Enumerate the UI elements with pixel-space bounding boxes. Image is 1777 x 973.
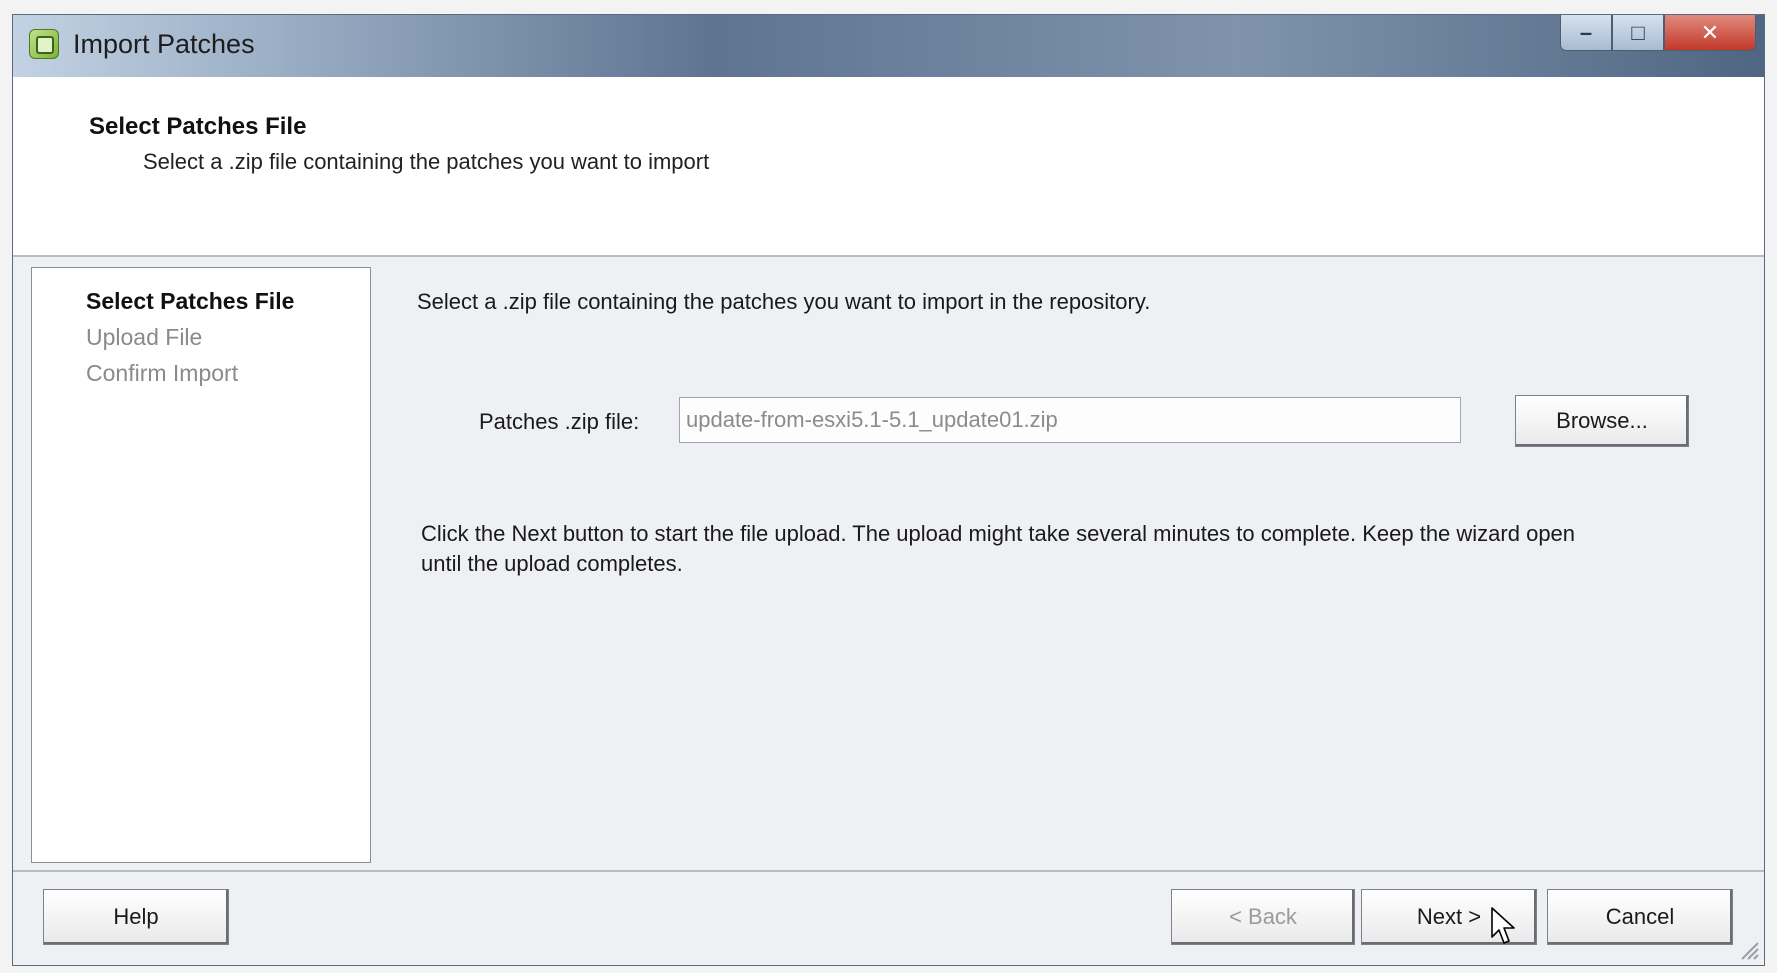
browse-button[interactable]: Browse... bbox=[1515, 395, 1689, 447]
footer-divider bbox=[13, 870, 1764, 872]
step-upload-file: Upload File bbox=[86, 324, 203, 350]
patches-file-input[interactable] bbox=[679, 397, 1461, 443]
instruction-text: Select a .zip file containing the patche… bbox=[417, 289, 1151, 314]
page-subtitle: Select a .zip file containing the patche… bbox=[143, 149, 710, 174]
close-button[interactable]: ✕ bbox=[1664, 15, 1756, 51]
help-button[interactable]: Help bbox=[43, 889, 229, 945]
import-patches-window: Import Patches – □ ✕ Select Patches File… bbox=[12, 14, 1765, 966]
window-title: Import Patches bbox=[73, 29, 255, 59]
app-icon bbox=[29, 29, 59, 59]
window-controls: – □ ✕ bbox=[1560, 15, 1756, 55]
step-select-patches-file[interactable]: Select Patches File bbox=[86, 288, 294, 315]
minimize-button[interactable]: – bbox=[1560, 15, 1612, 51]
step-confirm-import: Confirm Import bbox=[86, 360, 239, 386]
patches-file-label: Patches .zip file: bbox=[479, 409, 640, 434]
page-title: Select Patches File bbox=[89, 113, 307, 140]
mouse-pointer-icon bbox=[1491, 907, 1515, 944]
maximize-icon: □ bbox=[1631, 19, 1645, 45]
title-bar[interactable]: Import Patches – □ ✕ bbox=[13, 15, 1764, 77]
wizard-steps-panel: Select Patches File Upload File Confirm … bbox=[31, 267, 371, 863]
cancel-button[interactable]: Cancel bbox=[1547, 889, 1733, 945]
wizard-header: Select Patches File Select a .zip file c… bbox=[13, 77, 1764, 257]
upload-hint-text: Click the Next button to start the file … bbox=[421, 521, 1576, 576]
maximize-button[interactable]: □ bbox=[1612, 15, 1664, 51]
back-button: < Back bbox=[1171, 889, 1355, 945]
close-icon: ✕ bbox=[1700, 19, 1720, 45]
resize-grip-icon[interactable] bbox=[1736, 937, 1760, 961]
minimize-icon: – bbox=[1579, 19, 1593, 45]
